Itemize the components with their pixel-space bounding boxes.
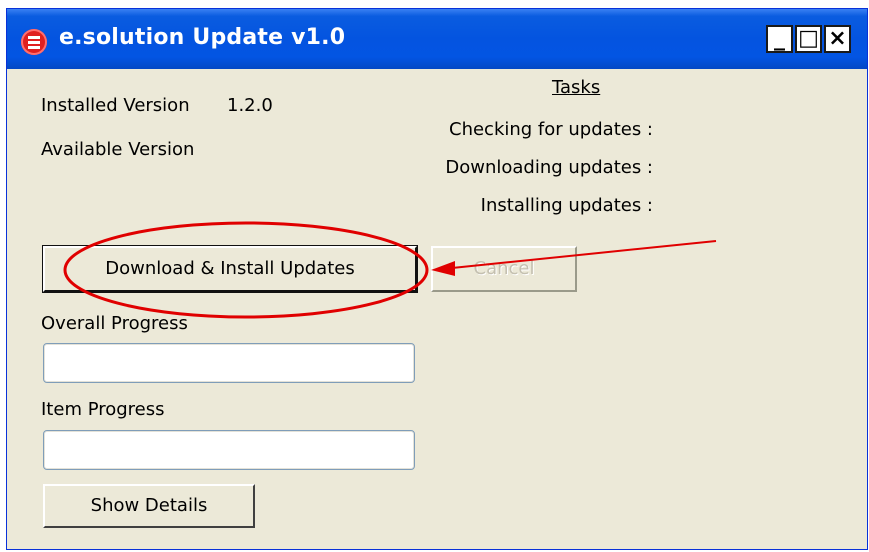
annotation-overlay <box>63 221 717 319</box>
red-arrow-head <box>431 261 455 276</box>
red-arrow <box>451 240 717 269</box>
highlight-ellipse <box>63 221 429 319</box>
